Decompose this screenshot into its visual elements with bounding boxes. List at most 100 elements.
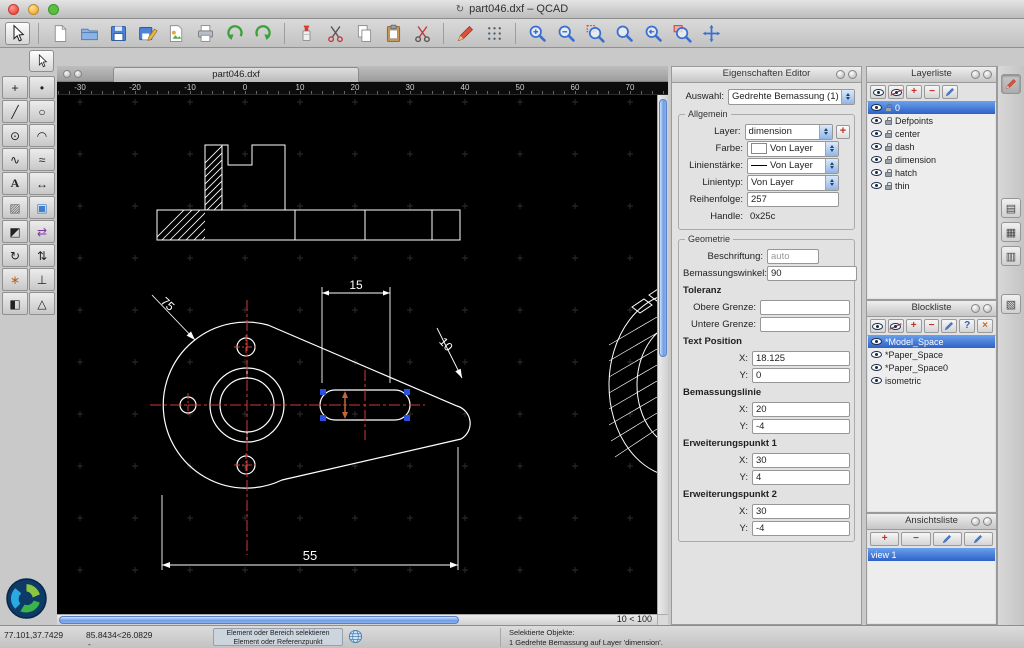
edit-view-button[interactable] — [932, 532, 962, 546]
text-tool-button[interactable]: A — [2, 172, 28, 195]
extension-point-2-x-field[interactable] — [752, 504, 850, 519]
layer-row[interactable]: Defpoints — [868, 114, 995, 127]
panel-minimize-button[interactable] — [971, 304, 980, 313]
add-layer-button[interactable]: + — [906, 85, 922, 99]
panel-minimize-button[interactable] — [971, 70, 980, 79]
drawing-viewport[interactable]: 15 55 75 10 10 < 100 — [57, 95, 668, 625]
dimension-angle-field[interactable] — [767, 266, 857, 281]
extension-point-2-y-field[interactable] — [752, 521, 850, 536]
view-row[interactable]: view 1 — [868, 548, 995, 561]
panel-close-button[interactable] — [983, 70, 992, 79]
document-tab[interactable]: part046.dxf — [113, 67, 359, 82]
linetype-combo[interactable]: Von Layer — [747, 174, 839, 191]
zoom-selection-button[interactable] — [669, 21, 695, 46]
add-view-button[interactable]: + — [870, 532, 900, 546]
cut-with-reference-button[interactable] — [293, 21, 319, 46]
panel-close-button[interactable] — [983, 517, 992, 526]
zoom-previous-button[interactable] — [640, 21, 666, 46]
color-combo[interactable]: Von Layer — [747, 140, 839, 157]
text-position-x-field[interactable] — [752, 351, 850, 366]
block-row[interactable]: *Paper_Space0 — [868, 361, 995, 374]
layer-row[interactable]: center — [868, 127, 995, 140]
dimension-line-y-field[interactable] — [752, 419, 850, 434]
add-block-button[interactable]: + — [905, 319, 922, 333]
eye-icon[interactable] — [871, 169, 882, 176]
hide-all-blocks-button[interactable] — [887, 319, 904, 333]
text-position-y-field[interactable] — [752, 368, 850, 383]
lock-icon[interactable] — [885, 155, 892, 164]
eye-icon[interactable] — [871, 377, 882, 384]
svg-export-button[interactable] — [163, 21, 189, 46]
polyline-tool-button[interactable]: ≈ — [29, 148, 55, 171]
lock-icon[interactable] — [885, 103, 892, 112]
point-tool-button[interactable]: • — [29, 76, 55, 99]
dimension-text-field[interactable] — [767, 249, 819, 264]
snap-tool-button[interactable]: + — [2, 76, 28, 99]
eye-icon[interactable] — [871, 104, 882, 111]
viewport-tool-button[interactable]: △ — [29, 292, 55, 315]
ellipse-tool-button[interactable]: ⊙ — [2, 124, 28, 147]
hide-all-layers-button[interactable] — [888, 85, 904, 99]
drawing-preferences-button[interactable] — [452, 21, 478, 46]
save-drawing-button[interactable] — [105, 21, 131, 46]
layer-row[interactable]: hatch — [868, 166, 995, 179]
block-row[interactable]: *Paper_Space — [868, 348, 995, 361]
add-layer-quick-button[interactable]: + — [836, 124, 850, 139]
eye-icon[interactable] — [871, 130, 882, 137]
paste-button[interactable] — [380, 21, 406, 46]
info-tool-button[interactable]: ◩ — [2, 220, 28, 243]
panel-close-button[interactable] — [848, 70, 857, 79]
upper-limit-field[interactable] — [760, 300, 850, 315]
drawing-canvas[interactable]: 15 55 75 10 — [57, 95, 657, 614]
dim-slot-length-text[interactable]: 15 — [349, 278, 363, 292]
property-editor-toggle-button[interactable] — [1001, 74, 1021, 94]
selection-combo[interactable]: Gedrehte Bemassung (1) — [728, 88, 855, 105]
rotate-tool-button[interactable]: ↻ — [2, 244, 28, 267]
edit-block-button[interactable] — [941, 319, 958, 333]
layer-combo[interactable]: dimension — [744, 123, 833, 140]
eye-icon[interactable] — [871, 364, 882, 371]
modify-tool-button[interactable]: ⇄ — [29, 220, 55, 243]
zoom-auto-button[interactable] — [611, 21, 637, 46]
layer-row[interactable]: dash — [868, 140, 995, 153]
print-preview-button[interactable] — [192, 21, 218, 46]
library-browser-toggle-button[interactable]: ▧ — [1001, 294, 1021, 314]
eye-icon[interactable] — [871, 143, 882, 150]
hatch-tool-button[interactable]: ▨ — [2, 196, 28, 219]
redo-button[interactable] — [250, 21, 276, 46]
remove-block-button[interactable]: − — [923, 319, 940, 333]
lock-icon[interactable] — [885, 116, 892, 125]
lower-limit-field[interactable] — [760, 317, 850, 332]
lock-icon[interactable] — [885, 181, 892, 190]
new-drawing-button[interactable] — [47, 21, 73, 46]
delete-button[interactable] — [409, 21, 435, 46]
open-drawing-button[interactable] — [76, 21, 102, 46]
grid-toggle-button[interactable] — [481, 21, 507, 46]
block-help-button[interactable]: ? — [959, 319, 976, 333]
explode-tool-button[interactable]: ∗ — [2, 268, 28, 291]
lineweight-combo[interactable]: Von Layer — [747, 157, 839, 174]
panel-minimize-button[interactable] — [971, 517, 980, 526]
layer-row[interactable]: thin — [868, 179, 995, 192]
dimension-line-x-field[interactable] — [752, 402, 850, 417]
dim-total-length-text[interactable]: 55 — [303, 548, 317, 563]
pan-button[interactable] — [698, 21, 724, 46]
draw-order-field[interactable] — [747, 192, 839, 207]
eye-icon[interactable] — [871, 117, 882, 124]
vertical-scrollbar[interactable] — [657, 95, 668, 614]
zoom-in-button[interactable] — [524, 21, 550, 46]
undo-button[interactable] — [221, 21, 247, 46]
layer-row[interactable]: 0 — [868, 101, 995, 114]
extension-point-1-y-field[interactable] — [752, 470, 850, 485]
rename-view-button[interactable] — [963, 532, 993, 546]
remove-view-button[interactable]: − — [901, 532, 931, 546]
line-tool-button[interactable]: ╱ — [2, 100, 28, 123]
eye-icon[interactable] — [871, 351, 882, 358]
spline-tool-button[interactable]: ∿ — [2, 148, 28, 171]
layer-list-toggle-button[interactable]: ▤ — [1001, 198, 1021, 218]
eye-icon[interactable] — [871, 156, 882, 163]
eye-icon[interactable] — [871, 338, 882, 345]
zoom-window-tool-button[interactable] — [582, 21, 608, 46]
selection-mode-button[interactable] — [29, 50, 54, 72]
horizontal-scrollbar[interactable] — [57, 614, 657, 625]
